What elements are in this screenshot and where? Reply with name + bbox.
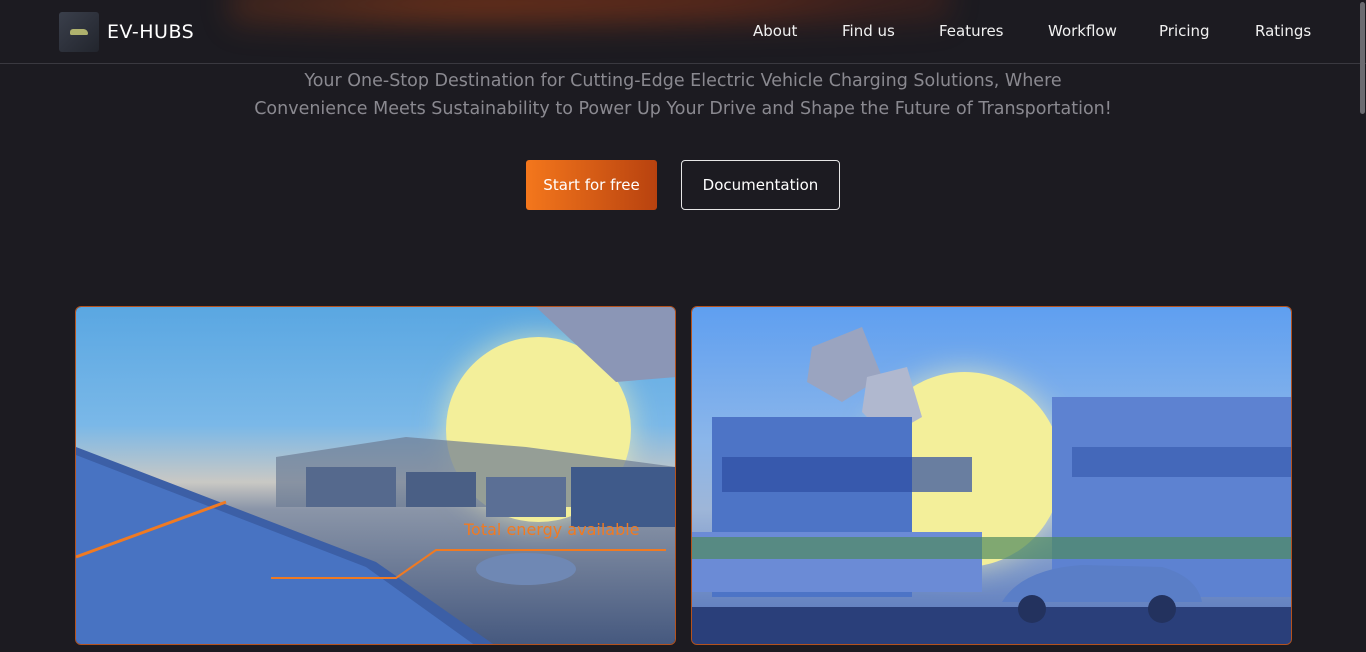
nav-link-about[interactable]: About [753,22,797,40]
page-scrollbar[interactable] [1360,2,1365,114]
solar-roof-image-card: Total energy available [75,306,676,645]
houses-scene-illustration [692,327,1291,644]
main-nav: About Find us Features Workflow Pricing … [0,22,1366,42]
documentation-button[interactable]: Documentation [681,160,840,210]
houses-car-image-card [691,306,1292,645]
nav-link-pricing[interactable]: Pricing [1159,22,1210,40]
hero-tagline: Your One-Stop Destination for Cutting-Ed… [200,67,1166,123]
nav-link-features[interactable]: Features [939,22,1004,40]
nav-link-ratings[interactable]: Ratings [1255,22,1311,40]
nav-link-workflow[interactable]: Workflow [1048,22,1117,40]
start-for-free-button[interactable]: Start for free [526,160,657,210]
nav-link-find-us[interactable]: Find us [842,22,895,40]
hero-tagline-line-1: Your One-Stop Destination for Cutting-Ed… [304,71,1062,91]
total-energy-available-label: Total energy available [464,520,640,539]
top-navbar: EV-HUBS About Find us Features Workflow … [0,0,1366,64]
solar-scene-illustration [76,307,675,644]
hero-tagline-line-2: Convenience Meets Sustainability to Powe… [254,99,1112,119]
